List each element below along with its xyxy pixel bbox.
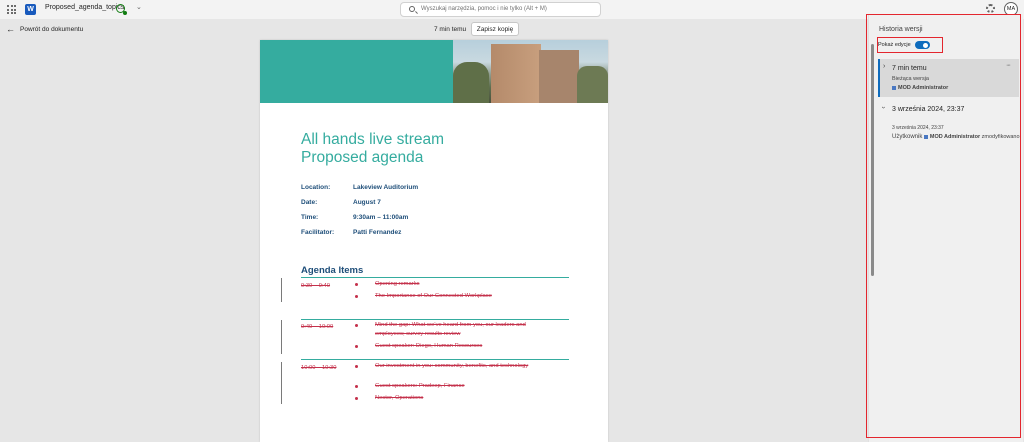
agenda-time: 9:40 – 10:00 — [301, 324, 334, 330]
document-title[interactable]: Proposed_agenda_topics — [45, 4, 124, 11]
version-note: Bieżąca wersja — [892, 76, 929, 82]
show-edits-toggle-row[interactable]: Pokaż edycje — [878, 39, 941, 51]
agenda-item: The Importance of Our Connected Workplac… — [355, 292, 555, 301]
agenda-divider — [301, 359, 569, 360]
change-bar — [281, 320, 282, 354]
agenda-item-text: The Importance of Our Connected Workplac… — [375, 293, 492, 299]
author-color-marker — [892, 85, 896, 90]
agenda-item: Guest speakers: Pradeep, Finance — [355, 382, 555, 391]
detail-row: Date: August 7 — [301, 199, 561, 214]
change-bar — [281, 362, 282, 404]
chevron-down-icon[interactable]: ⌄ — [136, 3, 142, 11]
agenda-item-text: Opening remarks — [375, 281, 420, 287]
bullet-icon — [355, 295, 358, 298]
agenda-time: 9:30 – 9:40 — [301, 283, 331, 289]
user-prefix: Użytkownik — [892, 134, 923, 140]
edit-action: zmodyfikowano — [981, 134, 1020, 140]
agenda-item-text: Nestor, Operations — [375, 395, 424, 401]
save-copy-button[interactable]: Zapisz kopię — [471, 22, 519, 36]
gear-icon[interactable] — [986, 4, 995, 13]
version-author: MOD Administrator — [929, 134, 981, 140]
banner-color-block — [260, 40, 453, 103]
more-options-icon[interactable]: ··· — [1006, 62, 1011, 69]
search-input[interactable]: Wyszukaj narzędzia, pomoc i nie tylko (A… — [400, 2, 601, 17]
agenda-item-text: Guest speaker: Diego, Human Resources — [375, 343, 483, 349]
chevron-right-icon[interactable]: › — [883, 63, 885, 70]
detail-label: Location: — [301, 184, 331, 191]
agenda-item: Our investment in you: community, benefi… — [355, 362, 555, 371]
panel-scrollbar[interactable] — [871, 44, 874, 276]
search-icon — [409, 6, 415, 12]
author-color-marker — [923, 134, 928, 139]
agenda-divider — [301, 277, 569, 278]
search-placeholder: Wyszukaj narzędzia, pomoc i nie tylko (A… — [421, 6, 547, 12]
chevron-down-icon[interactable]: › — [880, 106, 887, 108]
back-label: Powrót do dokumentu — [20, 26, 84, 33]
version-time: 7 min temu — [892, 65, 927, 72]
heading-line-2: Proposed agenda — [301, 149, 424, 166]
agenda-item-text: Our investment in you: community, benefi… — [375, 363, 529, 369]
agenda-item-text: Mind the gap: What we’ve heard from you,… — [375, 322, 526, 337]
detail-row: Facilitator: Patti Fernandez — [301, 229, 561, 244]
version-edit-summary: Użytkownik MOD Administrator zmodyfikowa… — [892, 134, 1020, 140]
document-page[interactable]: All hands live stream Proposed agenda Lo… — [260, 40, 608, 442]
toggle-label: Pokaż edycje — [878, 42, 911, 48]
version-note: 3 września 2024, 23:37 — [892, 125, 944, 131]
heading-line-1: All hands live stream — [301, 131, 445, 148]
back-to-document-button[interactable]: ← Powrót do dokumentu — [6, 25, 83, 34]
detail-row: Location: Lakeview Auditorium — [301, 184, 561, 199]
arrow-left-icon: ← — [6, 24, 15, 34]
document-heading: All hands live stream Proposed agenda — [301, 131, 444, 167]
agenda-time: 10:00 – 10:30 — [301, 365, 337, 371]
event-details: Location: Lakeview Auditorium Date: Augu… — [301, 184, 561, 244]
agenda-item: Mind the gap: What we’ve heard from you,… — [355, 321, 555, 338]
detail-value: 9:30am – 11:00am — [353, 214, 409, 221]
agenda-item: Opening remarks — [355, 280, 555, 289]
agenda-item-text: Guest speakers: Pradeep, Finance — [375, 383, 465, 389]
show-edits-toggle[interactable] — [914, 41, 930, 49]
panel-title: Historia wersji — [879, 26, 923, 33]
bullet-icon — [355, 283, 358, 286]
change-bar — [281, 278, 282, 302]
version-author-row: MOD Administrator — [892, 85, 948, 91]
bullet-icon — [355, 365, 358, 368]
detail-value: Lakeview Auditorium — [353, 184, 419, 191]
detail-label: Facilitator: — [301, 229, 335, 236]
version-author: MOD Administrator — [898, 85, 949, 91]
agenda-item: Nestor, Operations — [355, 394, 555, 403]
bullet-icon — [355, 345, 358, 348]
bullet-icon — [355, 324, 358, 327]
bullet-icon — [355, 385, 358, 388]
detail-value: Patti Fernandez — [353, 229, 402, 236]
agenda-divider — [301, 319, 569, 320]
app-launcher-icon[interactable] — [7, 5, 16, 14]
detail-label: Time: — [301, 214, 319, 221]
version-time-label: 7 min temu — [434, 26, 467, 33]
agenda-heading: Agenda Items — [301, 265, 364, 276]
agenda-item: Guest speaker: Diego, Human Resources — [355, 342, 555, 351]
word-logo-icon[interactable]: W — [25, 4, 36, 15]
detail-label: Date: — [301, 199, 318, 206]
version-time[interactable]: 3 września 2024, 23:37 — [892, 106, 964, 113]
detail-row: Time: 9:30am – 11:00am — [301, 214, 561, 229]
banner-photo — [453, 40, 608, 103]
sync-status-icon — [116, 4, 127, 15]
bullet-icon — [355, 397, 358, 400]
detail-value: August 7 — [353, 199, 381, 206]
